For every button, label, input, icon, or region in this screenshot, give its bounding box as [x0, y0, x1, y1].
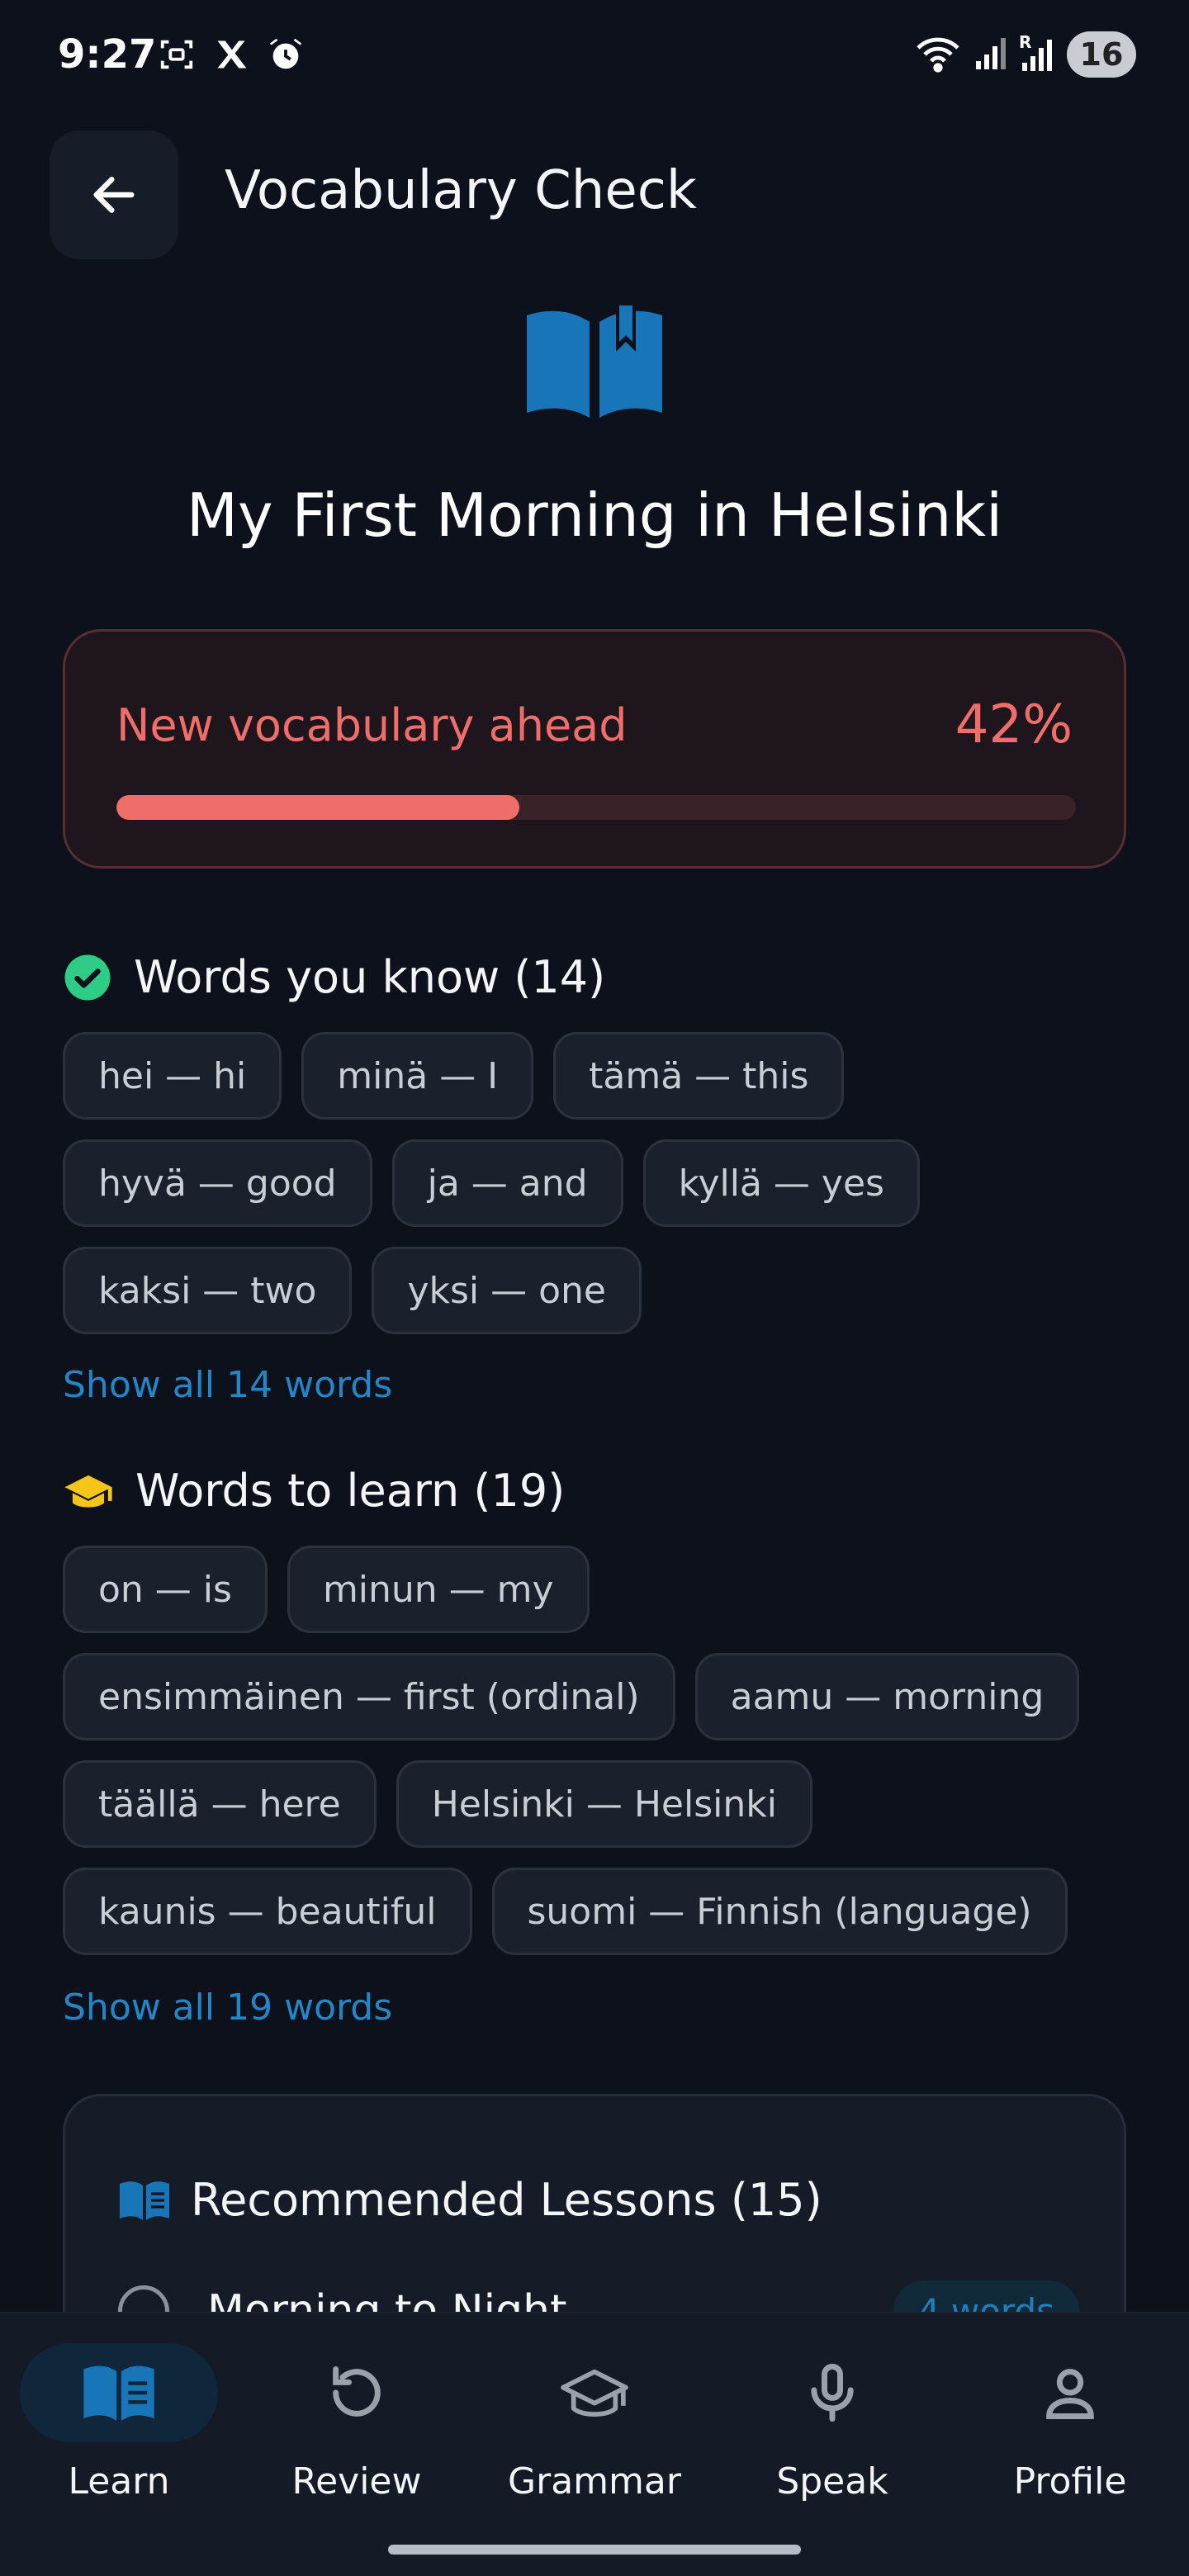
signal-icon [974, 35, 1007, 74]
home-indicator[interactable] [388, 2545, 801, 2555]
microphone-icon [811, 2363, 854, 2422]
progress-label: New vocabulary ahead [116, 699, 628, 751]
progress-percent: 42% [955, 694, 1073, 755]
word-chip[interactable]: minä — I [301, 1032, 534, 1120]
graduation-cap-icon [561, 2369, 628, 2417]
battery-level: 16 [1079, 36, 1124, 73]
word-chip[interactable]: aamu — morning [694, 1653, 1080, 1740]
status-icons-left [157, 35, 306, 74]
word-chip[interactable]: kyllä — yes [642, 1139, 920, 1227]
page-title: Vocabulary Check [225, 160, 697, 221]
word-chip[interactable]: minun — my [287, 1546, 590, 1633]
word-chip[interactable]: kaksi — two [63, 1247, 353, 1334]
word-chip[interactable]: yksi — one [372, 1247, 642, 1334]
word-chip[interactable]: on — is [63, 1546, 268, 1633]
lessons-title: Recommended Lessons (15) [191, 2174, 822, 2226]
book-icon [120, 2181, 169, 2220]
nav-review[interactable]: Review [258, 2343, 456, 2508]
show-all-known-link[interactable]: Show all 14 words [63, 1364, 392, 1406]
known-words-title: Words you know (14) [134, 951, 606, 1003]
book-icon [83, 2365, 154, 2422]
x-app-icon [211, 35, 251, 74]
signal-roaming-icon: R [1019, 32, 1055, 76]
person-icon [1046, 2369, 1094, 2419]
nav-label: Speak [776, 2460, 888, 2503]
wifi-icon [913, 33, 963, 76]
alarm-icon [266, 35, 306, 74]
learn-words-chips: on — is minun — my ensimmäinen — first (… [63, 1546, 1136, 1955]
progress-fill [116, 795, 520, 820]
word-chip[interactable]: täällä — here [63, 1760, 377, 1848]
status-icons-right: R 16 [913, 31, 1136, 78]
nav-grammar[interactable]: Grammar [495, 2343, 694, 2508]
nav-profile[interactable]: Profile [971, 2343, 1169, 2508]
learn-words-header: Words to learn (19) [63, 1465, 565, 1517]
arrow-left-icon [93, 177, 135, 213]
nav-speak[interactable]: Speak [733, 2343, 931, 2508]
nav-learn[interactable]: Learn [20, 2343, 218, 2508]
word-chip[interactable]: suomi — Finnish (language) [491, 1868, 1068, 1955]
back-button[interactable] [50, 130, 178, 259]
screenshot-icon [157, 35, 197, 74]
nav-label: Profile [1013, 2460, 1127, 2503]
graduation-cap-icon [64, 1475, 112, 1508]
check-circle-icon [64, 954, 111, 1000]
story-title: My First Morning in Helsinki [186, 481, 1003, 550]
word-chip[interactable]: hei — hi [63, 1032, 282, 1120]
svg-text:R: R [1019, 33, 1031, 52]
lessons-header: Recommended Lessons (15) [118, 2174, 822, 2226]
open-book-icon [527, 305, 662, 418]
status-bar: 9:27 R 16 [0, 0, 1189, 116]
word-chip[interactable]: hyvä — good [63, 1139, 372, 1227]
word-chip[interactable]: ensimmäinen — first (ordinal) [63, 1653, 675, 1740]
learn-words-title: Words to learn (19) [135, 1465, 566, 1517]
nav-label: Review [291, 2460, 422, 2503]
bottom-nav: Learn Review Grammar Speak Profile [0, 2312, 1189, 2576]
vocabulary-check-screen: 9:27 R 16 Vocabulary Check My First Morn… [0, 0, 1189, 2576]
status-time: 9:27 [58, 31, 157, 78]
progress-track [116, 795, 1076, 820]
word-chip[interactable]: Helsinki — Helsinki [396, 1760, 812, 1848]
refresh-icon [333, 2366, 381, 2417]
nav-label: Grammar [508, 2460, 681, 2503]
vocabulary-progress-card: New vocabulary ahead 42% [63, 629, 1126, 869]
battery-icon: 16 [1067, 31, 1136, 78]
word-chip[interactable]: tämä — this [553, 1032, 845, 1120]
word-chip[interactable]: kaunis — beautiful [63, 1868, 472, 1955]
known-words-chips: hei — hi minä — I tämä — this hyvä — goo… [63, 1032, 1136, 1334]
word-chip[interactable]: ja — and [391, 1139, 623, 1227]
show-all-learn-link[interactable]: Show all 19 words [63, 1986, 392, 2029]
nav-label: Learn [68, 2460, 170, 2503]
known-words-header: Words you know (14) [63, 951, 605, 1003]
